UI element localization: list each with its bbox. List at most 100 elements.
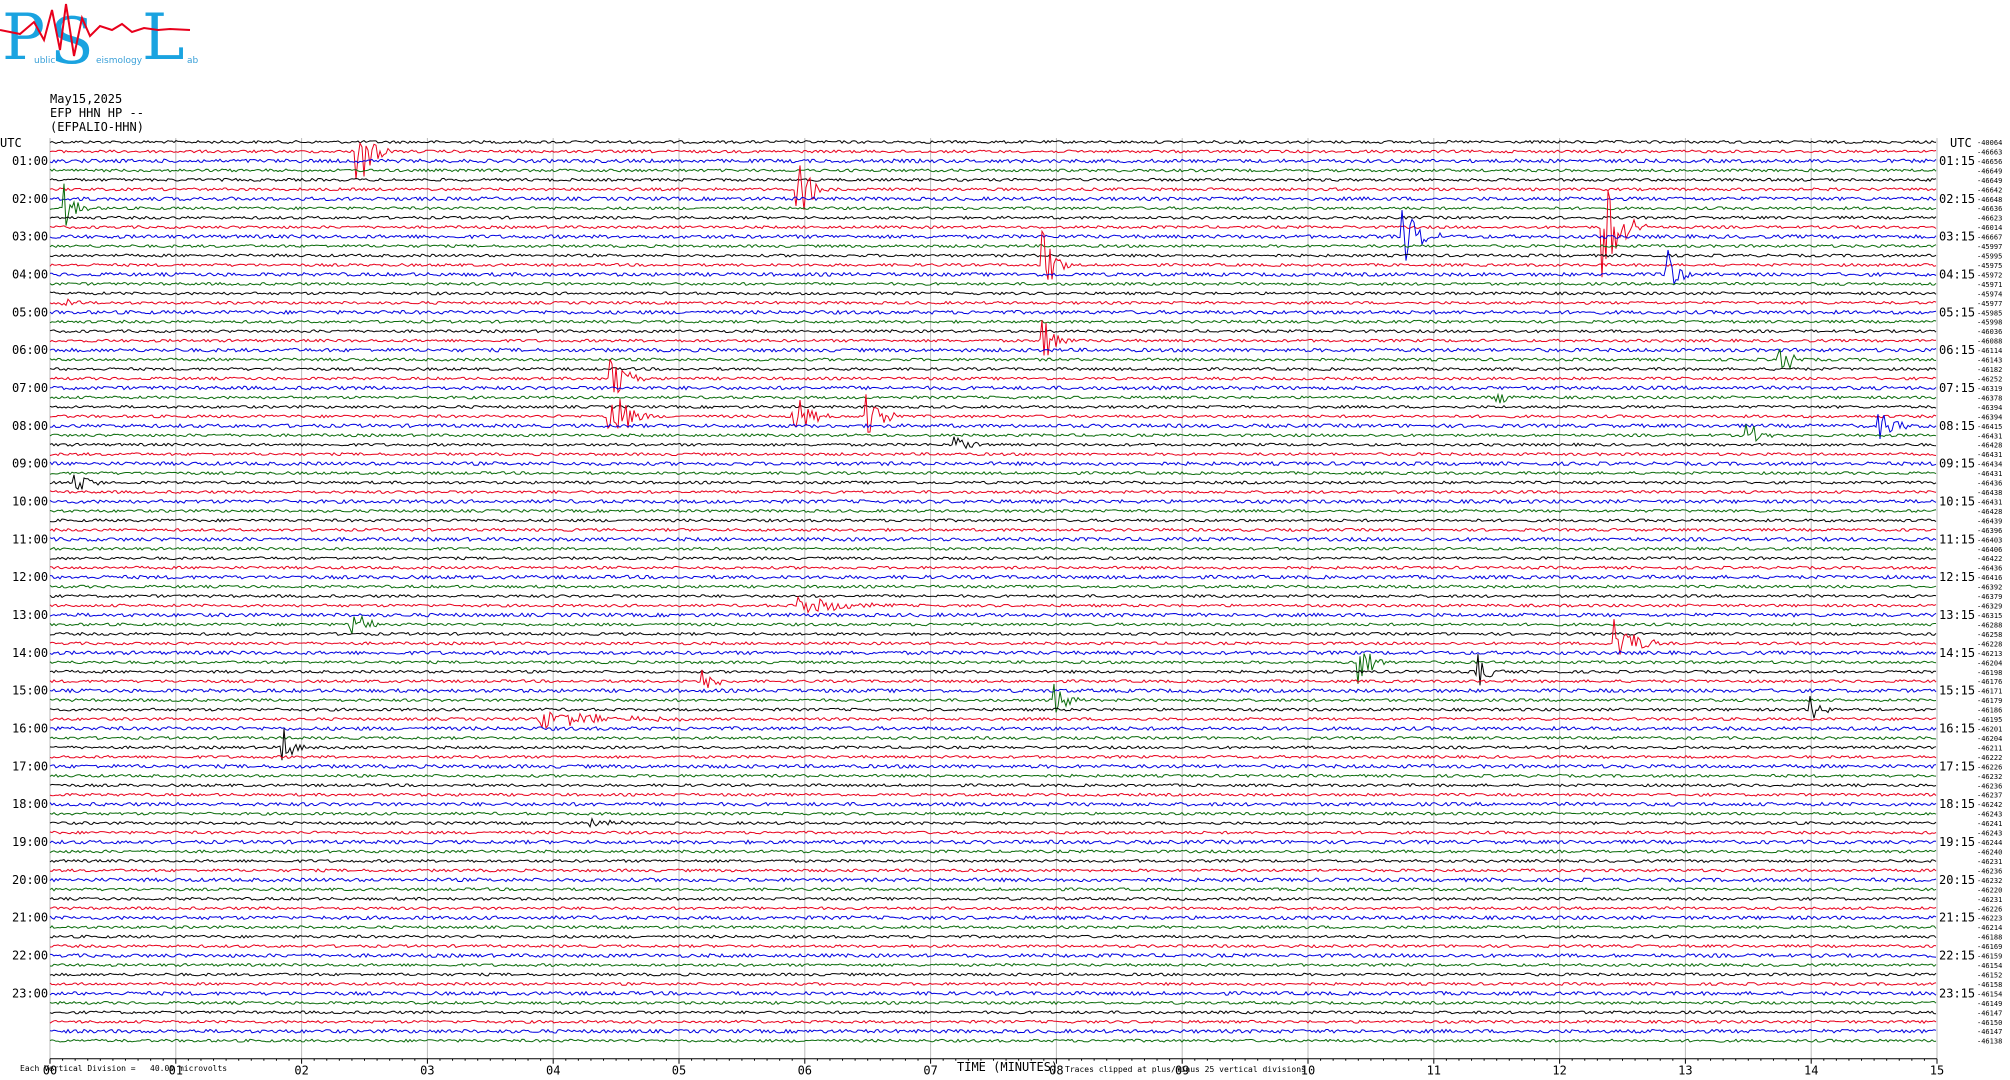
left-utc-label: 12:00 [12,570,48,584]
trace-row [49,839,1937,845]
logo-seismogram-icon [0,3,191,57]
trace-row [49,981,1937,987]
trace-row [49,243,1937,249]
trace-row [49,896,1937,902]
header-date: May15,2025 [50,92,123,106]
offset-label: -46236 [1977,782,2002,790]
offset-label: -46392 [1977,584,2002,592]
offset-label: -46114 [1977,347,2002,355]
offset-label: -46236 [1977,867,2002,875]
trace-row [49,309,1937,315]
right-utc-label: 23:15 [1939,986,1975,1000]
left-utc-label: 22:00 [12,949,48,963]
right-offset-labels: -40064-46663-46656-46649-46649-46642-466… [1977,139,2002,1046]
left-utc-label: 11:00 [12,532,48,546]
trace-row [49,595,1937,614]
offset-label: -46243 [1977,811,2002,819]
offset-label: -46439 [1977,517,2002,525]
offset-label: -45977 [1977,300,2002,308]
left-utc-label: 05:00 [12,305,48,319]
trace-row [49,728,1937,761]
trace-row [49,830,1937,835]
trace-row [49,925,1937,930]
trace-row [49,773,1937,779]
left-utc-label: 04:00 [12,267,48,281]
trace-row [49,849,1937,854]
offset-label: -46198 [1977,669,2002,677]
trace-row [49,906,1937,911]
right-utc-label: 20:15 [1939,873,1975,887]
offset-label: -46288 [1977,621,2002,629]
offset-label: -46226 [1977,905,2002,913]
x-tick-label: 15 [1930,1064,1944,1078]
left-utc-label: 13:00 [12,608,48,622]
offset-label: -46211 [1977,744,2002,752]
logo-word-public: ublic [34,56,56,66]
trace-row [49,527,1937,533]
offset-label: -46406 [1977,546,2002,554]
minute-gridlines [49,138,1938,1059]
x-tick-label: 04 [546,1064,560,1078]
right-utc-label: 02:15 [1939,192,1975,206]
trace-row [49,972,1937,977]
right-utc-label: 05:15 [1939,305,1975,319]
right-utc-label: 10:15 [1939,494,1975,508]
clip-note: Traces clipped at plus/minus 25 vertical… [1065,1065,1306,1074]
trace-row [49,754,1937,760]
offset-label: -46434 [1977,461,2002,469]
offset-label: -46422 [1977,555,2002,563]
trace-row [49,347,1937,353]
trace-row [49,253,1937,258]
logo-word-seismology: eismology [96,56,143,66]
offset-label: -46428 [1977,508,2002,516]
trace-row [49,168,1937,173]
trace-row [49,508,1937,514]
offset-label: -46438 [1977,489,2002,497]
right-utc-label: 21:15 [1939,911,1975,925]
offset-label: -46204 [1977,659,2002,667]
offset-label: -46149 [1977,1000,2002,1008]
trace-row [49,165,1937,210]
right-utc-label: 12:15 [1939,570,1975,584]
trace-row [49,952,1937,959]
left-utc-label: 20:00 [12,873,48,887]
right-utc-label: 13:15 [1939,608,1975,622]
right-utc-label: 07:15 [1939,381,1975,395]
offset-label: -46231 [1977,896,2002,904]
left-utc-label: 06:00 [12,343,48,357]
offset-label: -46143 [1977,357,2002,365]
left-utc-label: 07:00 [12,381,48,395]
right-utc-label: 16:15 [1939,722,1975,736]
offset-label: -46014 [1977,224,2002,232]
left-utc-label: 03:00 [12,230,48,244]
offset-label: -46182 [1977,366,2002,374]
offset-label: -46213 [1977,650,2002,658]
trace-row [49,392,1937,404]
right-utc-label: 14:15 [1939,646,1975,660]
offset-label: -46636 [1977,205,2002,213]
left-utc-label: 01:00 [12,154,48,168]
trace-row [49,1000,1937,1006]
trace-row [49,687,1937,694]
offset-label: -46179 [1977,697,2002,705]
right-utc-labels: 01:15 02:15 03:15 04:15 05:15 06:15 07:15 08:15… [1939,154,1975,1000]
trace-row [49,962,1937,968]
right-utc-label: 01:15 [1939,154,1975,168]
offset-label: -40064 [1977,139,2002,147]
trace-row [49,801,1937,807]
offset-label: -46152 [1977,971,2002,979]
offset-label: -46415 [1977,423,2002,431]
trace-row [49,158,1937,164]
left-utc-label: 14:00 [12,646,48,660]
trace-row [49,990,1937,997]
offset-label: -46258 [1977,631,2002,639]
offset-label: -46150 [1977,1019,2002,1027]
trace-row [49,470,1937,476]
trace-row [49,683,1937,713]
offset-label: -46428 [1977,442,2002,450]
trace-row [49,281,1937,287]
offset-label: -46431 [1977,470,2002,478]
offset-label: -46154 [1977,990,2002,998]
left-utc-label: 17:00 [12,759,48,773]
trace-row [49,556,1937,561]
